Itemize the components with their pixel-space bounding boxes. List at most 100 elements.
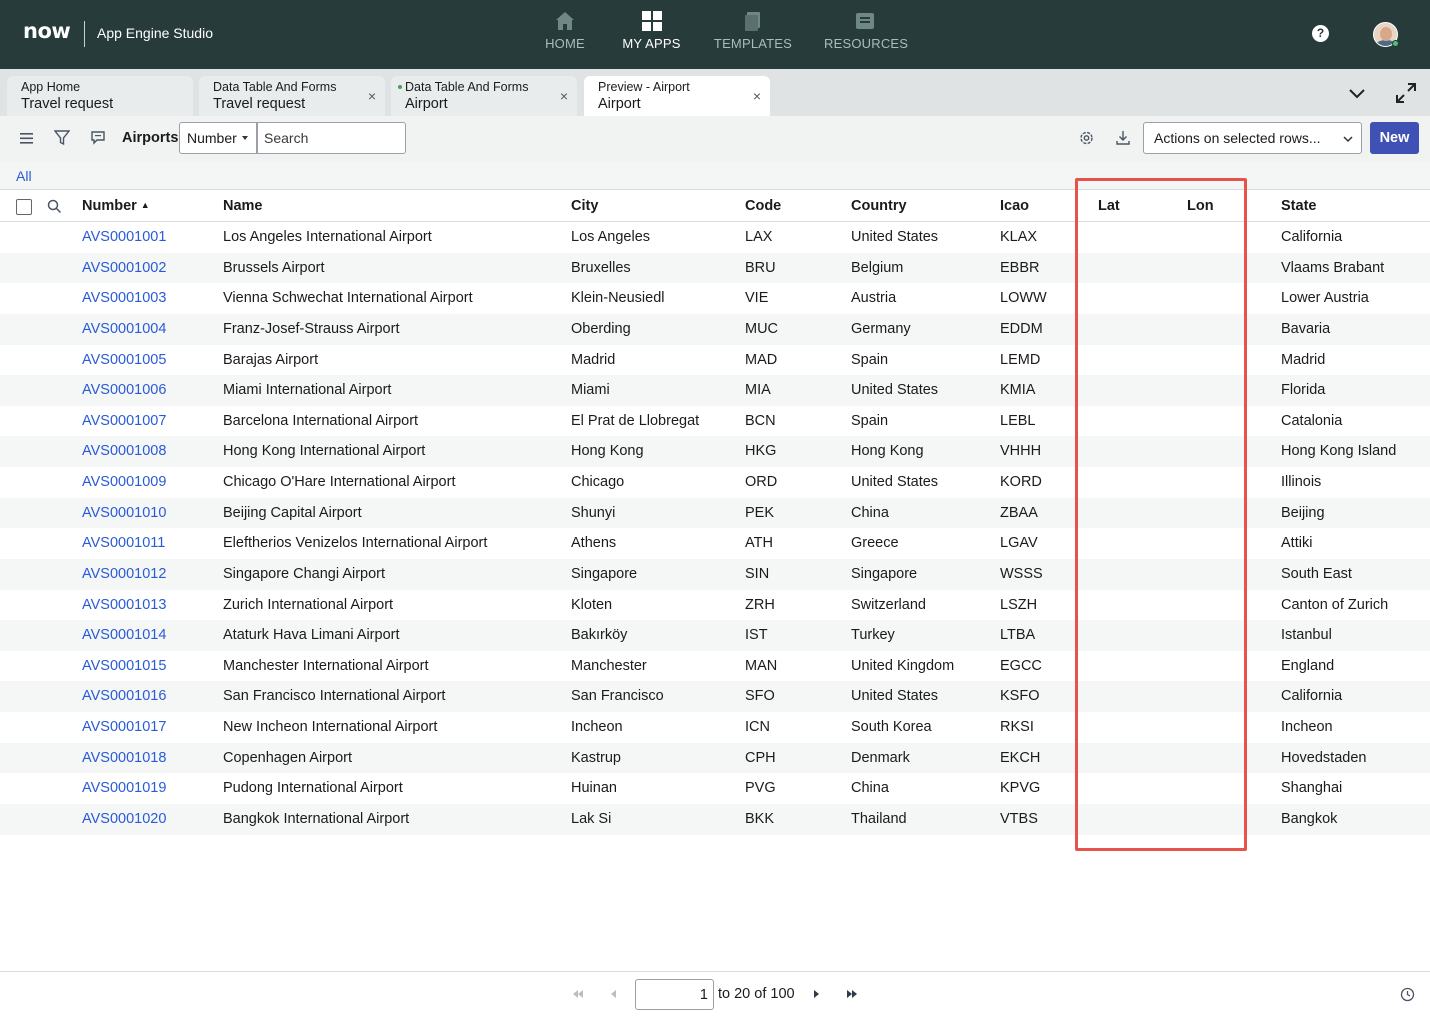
close-icon[interactable]: × [368, 88, 376, 104]
grid-icon [641, 11, 662, 31]
expand-icon[interactable] [1395, 82, 1417, 104]
cell-number[interactable]: AVS0001019 [82, 780, 166, 796]
close-icon[interactable]: × [753, 88, 761, 104]
search-icon[interactable] [47, 199, 62, 214]
cell-name: San Francisco International Airport [223, 688, 446, 705]
cell-number[interactable]: AVS0001016 [82, 688, 166, 704]
cell-number[interactable]: AVS0001018 [82, 750, 166, 766]
cell-number[interactable]: AVS0001014 [82, 627, 166, 643]
cell-country: China [851, 780, 889, 797]
previous-page-icon[interactable] [609, 987, 619, 1001]
first-page-icon[interactable] [571, 987, 585, 1001]
cell-name: Pudong International Airport [223, 780, 403, 797]
cell-name: Miami International Airport [223, 382, 392, 399]
cell-number[interactable]: AVS0001009 [82, 474, 166, 490]
cell-code: VIE [745, 290, 769, 307]
column-header-state[interactable]: State [1281, 198, 1316, 214]
download-icon[interactable] [1115, 129, 1131, 147]
tab-preview-airport[interactable]: Preview - Airport Airport × [584, 76, 770, 116]
search-field-select[interactable]: Number [179, 122, 257, 154]
cell-icao: EGCC [1000, 657, 1042, 674]
cell-number[interactable]: AVS0001002 [82, 260, 166, 276]
breadcrumb-all-link[interactable]: All [16, 168, 32, 184]
column-header-icao[interactable]: Icao [1000, 198, 1029, 214]
gear-icon[interactable] [1078, 129, 1095, 147]
column-header-code[interactable]: Code [745, 198, 781, 214]
cell-country: Belgium [851, 259, 904, 276]
cell-city: El Prat de Llobregat [571, 412, 700, 429]
clock-icon[interactable] [1400, 987, 1415, 1002]
cell-state: England [1281, 657, 1335, 674]
cell-state: Bangkok [1281, 810, 1338, 827]
cell-state: Catalonia [1281, 412, 1343, 429]
select-all-checkbox[interactable] [16, 199, 32, 215]
filter-icon[interactable] [54, 129, 70, 147]
cell-icao: KMIA [1000, 382, 1036, 399]
cell-number[interactable]: AVS0001011 [82, 535, 165, 551]
search-input[interactable] [257, 122, 406, 154]
next-page-icon[interactable] [811, 987, 821, 1001]
cell-icao: VTBS [1000, 810, 1038, 827]
chevron-down-icon[interactable] [1347, 83, 1367, 103]
lat-lon-columns-highlight [1075, 178, 1247, 851]
cell-state: Hong Kong Island [1281, 443, 1397, 460]
column-header-number[interactable]: Number ▲ [82, 198, 150, 214]
cell-number[interactable]: AVS0001017 [82, 719, 166, 735]
nav-templates[interactable]: TEMPLATES [712, 10, 794, 66]
cell-name: Los Angeles International Airport [223, 229, 432, 245]
column-header-name[interactable]: Name [223, 198, 263, 214]
cell-state: Incheon [1281, 719, 1333, 735]
tab-app-home[interactable]: App Home Travel request [7, 76, 193, 116]
cell-city: Singapore [571, 565, 638, 582]
cell-number[interactable]: AVS0001012 [82, 566, 166, 582]
cell-city: Chicago [571, 474, 625, 490]
cell-number[interactable]: AVS0001010 [82, 505, 166, 521]
cell-number[interactable]: AVS0001020 [82, 811, 166, 827]
tab-data-table-airport[interactable]: Data Table And Forms Airport × [391, 76, 577, 116]
cell-code: BRU [745, 259, 776, 276]
tab-data-table-travel-request[interactable]: Data Table And Forms Travel request × [199, 76, 385, 116]
cell-icao: KSFO [1000, 688, 1040, 705]
help-icon[interactable]: ? [1312, 25, 1329, 42]
cell-number[interactable]: AVS0001007 [82, 413, 166, 429]
column-header-country[interactable]: Country [851, 198, 907, 214]
cell-name: Franz-Josef-Strauss Airport [223, 320, 400, 337]
cell-number[interactable]: AVS0001003 [82, 290, 166, 306]
cell-country: South Korea [851, 719, 932, 735]
cell-number[interactable]: AVS0001008 [82, 443, 166, 459]
actions-on-selected-rows-select[interactable]: Actions on selected rows... [1143, 122, 1362, 154]
cell-icao: WSSS [1000, 565, 1043, 582]
nav-home[interactable]: HOME [540, 10, 590, 66]
cell-number[interactable]: AVS0001006 [82, 382, 166, 398]
now-logo[interactable]: now [23, 19, 71, 43]
tab-strip: App Home Travel request Data Table And F… [0, 69, 1430, 116]
cell-city: Los Angeles [571, 229, 651, 245]
cell-icao: ZBAA [1000, 504, 1038, 521]
logo-divider [84, 21, 85, 47]
cell-country: Greece [851, 535, 899, 552]
cell-state: Canton of Zurich [1281, 596, 1389, 613]
column-header-city[interactable]: City [571, 198, 598, 214]
column-header-label: Number [82, 198, 137, 214]
cell-number[interactable]: AVS0001004 [82, 321, 166, 337]
cell-state: Shanghai [1281, 780, 1343, 797]
comment-icon[interactable] [90, 129, 106, 147]
cell-code: MUC [745, 320, 779, 337]
last-page-icon[interactable] [845, 987, 859, 1001]
cell-city: Shunyi [571, 504, 616, 521]
search-field-value: Number [187, 130, 237, 146]
new-button[interactable]: New [1370, 122, 1419, 154]
close-icon[interactable]: × [560, 88, 568, 104]
top-navigation-bar: now App Engine Studio HOME MY APPS TEMPL… [0, 0, 1430, 69]
cell-number[interactable]: AVS0001015 [82, 658, 166, 674]
cell-country: United States [851, 474, 939, 490]
cell-name: Ataturk Hava Limani Airport [223, 627, 400, 644]
nav-resources[interactable]: RESOURCES [824, 10, 908, 66]
cell-number[interactable]: AVS0001013 [82, 597, 166, 613]
nav-my-apps[interactable]: MY APPS [620, 10, 683, 66]
cell-city: Kastrup [571, 749, 621, 766]
menu-icon[interactable] [19, 129, 35, 147]
cell-number[interactable]: AVS0001001 [82, 229, 166, 245]
cell-number[interactable]: AVS0001005 [82, 352, 166, 368]
page-number-input[interactable] [635, 979, 714, 1010]
